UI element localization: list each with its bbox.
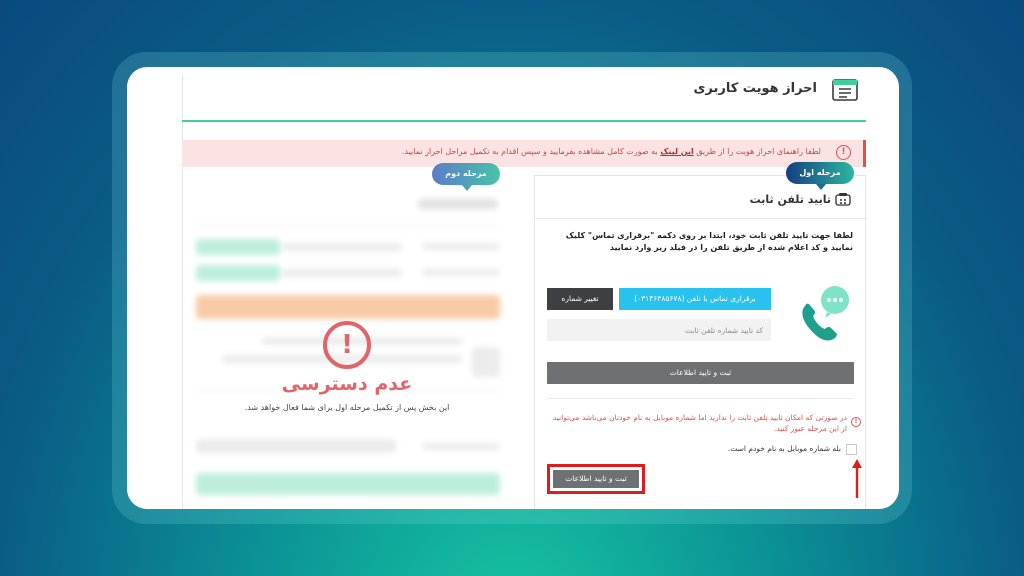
call-landline-button[interactable]: برقراری تماس با تلفن (۰۳۱۴۶۳۸۵۶۷۸) bbox=[619, 288, 771, 310]
highlight-box: ثبت و تایید اطلاعات bbox=[547, 464, 645, 494]
alert-text-before: لطفا راهنمای احراز هویت را از طریق bbox=[696, 147, 821, 156]
access-denied-subtitle: این بخش پس از تکمیل مرحله اول برای شما ف… bbox=[244, 403, 450, 412]
alert-text-after: به صورت کامل مشاهده بفرمایید و سپس اقدام… bbox=[401, 147, 658, 156]
info-circle-icon: ! bbox=[851, 417, 861, 427]
submit-info-button[interactable]: ثبت و تایید اطلاعات bbox=[547, 362, 854, 384]
landline-phone-icon bbox=[835, 193, 851, 206]
stage1-badge: مرحله اول bbox=[786, 162, 854, 190]
arrow-up-icon bbox=[852, 459, 862, 498]
page-title: احراز هویت کاربری bbox=[693, 81, 817, 96]
guide-link[interactable]: این لینک bbox=[660, 147, 693, 156]
id-card-icon bbox=[832, 79, 858, 101]
alert-text: لطفا راهنمای احراز هویت را از طریق این ل… bbox=[402, 147, 821, 156]
guide-alert: ! لطفا راهنمای احراز هویت را از طریق این… bbox=[182, 140, 866, 167]
stage1-description: لطفا جهت تایید تلفن ثابت خود، ابتدا بر ر… bbox=[565, 231, 853, 252]
submit-info-button-2[interactable]: ثبت و تایید اطلاعات bbox=[553, 470, 639, 488]
mobile-owner-checkbox[interactable] bbox=[846, 444, 857, 455]
stage1-divider-2 bbox=[547, 398, 854, 399]
alert-circle-icon: ! bbox=[836, 145, 851, 160]
screenshot-frame: احراز هویت کاربری ! لطفا راهنمای احراز ه… bbox=[127, 67, 899, 509]
mobile-skip-note: در صورتی که امکان تایید تلفن ثابت را ندا… bbox=[552, 413, 847, 433]
stage2-panel: مرحله دوم ! عدم دسترسی این بخش پس از تکم… bbox=[182, 163, 512, 509]
stage2-badge: مرحله دوم bbox=[432, 163, 500, 191]
change-number-button[interactable]: تغییر شماره bbox=[547, 288, 613, 310]
phone-chat-illustration bbox=[802, 286, 849, 341]
access-denied-title: عدم دسترسی bbox=[281, 373, 413, 395]
verification-code-input[interactable] bbox=[547, 319, 771, 341]
stage1-panel: مرحله اول تایید تلفن ثابت لطفا جهت تایید… bbox=[534, 162, 867, 509]
exclamation-circle-icon: ! bbox=[323, 321, 371, 369]
stage1-title: تایید تلفن ثابت bbox=[749, 193, 831, 206]
mobile-owner-checkbox-label[interactable]: بله شماره موبایل به نام خودم است. bbox=[728, 444, 841, 453]
stage1-divider bbox=[535, 218, 867, 219]
header-divider bbox=[182, 120, 866, 122]
